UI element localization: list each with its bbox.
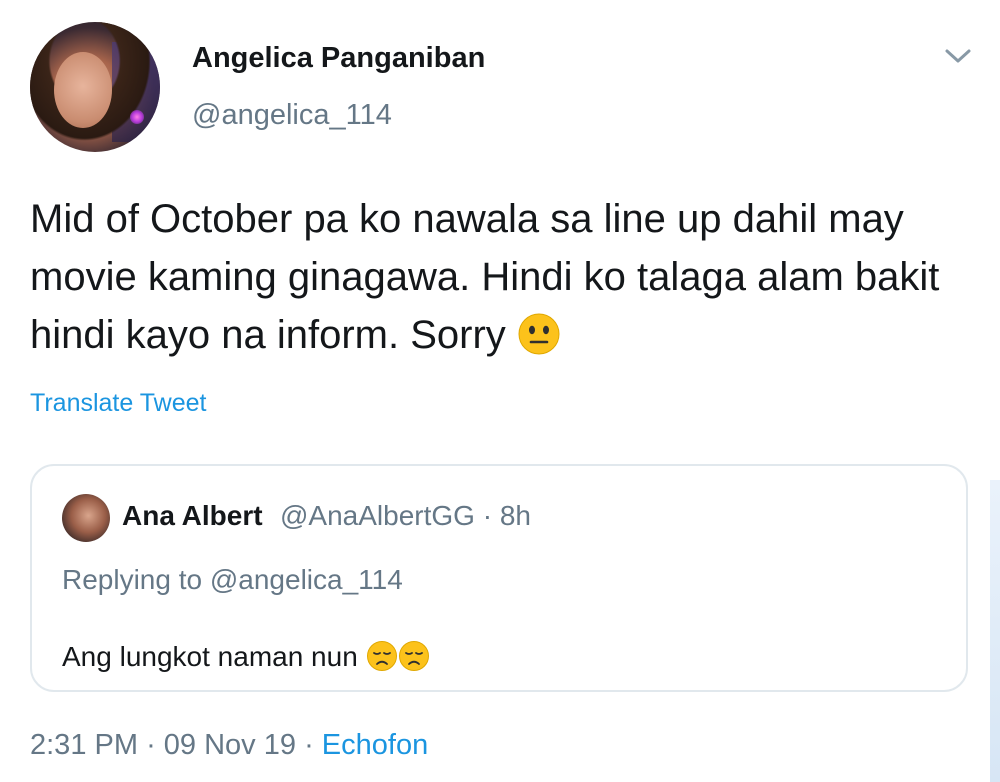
tweet-date[interactable]: 09 Nov 19: [164, 729, 296, 761]
quoted-replying-to: Replying to @angelica_114: [62, 564, 403, 595]
chevron-down-icon[interactable]: [944, 46, 972, 66]
translate-tweet-link[interactable]: Translate Tweet: [30, 389, 206, 418]
quoted-author-handle: @AnaAlbertGG · 8h: [280, 500, 531, 531]
tweet-detail: Angelica Panganiban @angelica_114 Mid of…: [0, 0, 1000, 782]
quoted-author-display-name: Ana Albert: [122, 500, 263, 531]
quoted-tweet-card[interactable]: Ana Albert @AnaAlbertGG · 8h Replying to…: [30, 464, 968, 692]
avatar-face: [54, 52, 112, 128]
disappointed-face-emoji-icon: [398, 641, 429, 671]
tweet-time[interactable]: 2:31 PM: [30, 729, 138, 761]
tweet-source-link[interactable]: Echofon: [322, 729, 428, 761]
tweet-text-body: Mid of October pa ko nawala sa line up d…: [30, 197, 940, 357]
meta-separator: ·: [304, 729, 314, 761]
author-handle[interactable]: @angelica_114: [192, 99, 392, 132]
disappointed-face-emoji-icon: [366, 641, 397, 671]
author-avatar[interactable]: [30, 22, 160, 152]
tweet-metadata: 2:31 PM · 09 Nov 19 · Echofon: [30, 729, 428, 762]
quoted-author-avatar: [62, 494, 110, 542]
edge-strip: [990, 480, 1000, 782]
author-display-name[interactable]: Angelica Panganiban: [192, 42, 485, 75]
meta-separator: ·: [146, 729, 156, 761]
quoted-text-body: Ang lungkot naman nun: [62, 641, 358, 672]
neutral-face-emoji-icon: [518, 313, 560, 355]
quoted-tweet-text: Ang lungkot naman nun: [62, 640, 430, 673]
tweet-text: Mid of October pa ko nawala sa line up d…: [30, 190, 960, 364]
avatar-light: [130, 110, 144, 124]
